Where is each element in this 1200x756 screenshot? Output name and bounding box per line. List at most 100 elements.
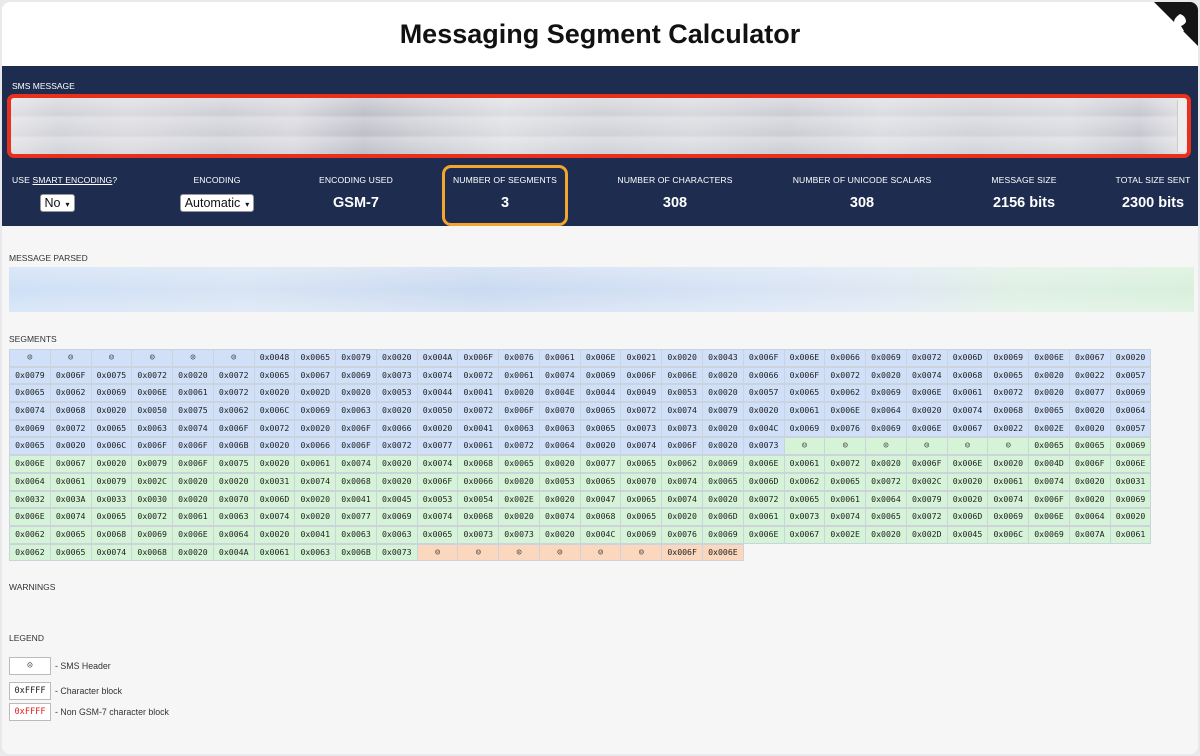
character-cell: 0x0041 bbox=[335, 490, 377, 509]
character-cell: 0x0073 bbox=[375, 543, 418, 562]
textarea-scrollbar[interactable] bbox=[1177, 100, 1186, 152]
character-cell: 0x0054 bbox=[457, 490, 500, 509]
sms-header-cell: ☺ bbox=[579, 543, 622, 562]
character-cell: 0x006B bbox=[335, 543, 377, 562]
character-cell: 0x006C bbox=[253, 402, 296, 420]
character-cell: 0x0020 bbox=[498, 508, 540, 526]
message-parsed-redacted bbox=[9, 267, 1194, 312]
sms-header-cell: ☺ bbox=[49, 349, 92, 367]
smart-encoding-link[interactable]: SMART ENCODING bbox=[32, 175, 112, 185]
character-cell: 0x0020 bbox=[294, 490, 337, 509]
smart-encoding-select[interactable]: No ▾ bbox=[39, 194, 75, 212]
character-cell: 0x007A bbox=[1068, 525, 1111, 544]
character-cell: 0x0033 bbox=[90, 490, 133, 509]
character-cell: 0x0074 bbox=[987, 490, 1030, 509]
character-cell: 0x0069 bbox=[987, 349, 1030, 367]
character-cell: 0x0069 bbox=[1109, 384, 1152, 403]
character-cell: 0x0020 bbox=[253, 455, 296, 473]
character-cell: 0x0072 bbox=[905, 508, 948, 526]
character-cell: 0x0069 bbox=[865, 419, 907, 438]
character-cell: 0x0061 bbox=[172, 384, 214, 403]
character-cell: 0x0020 bbox=[1028, 366, 1070, 385]
character-cell: 0x0020 bbox=[865, 525, 907, 544]
encoding-select[interactable]: Automatic ▾ bbox=[179, 194, 255, 212]
character-cell: 0x0074 bbox=[538, 366, 581, 385]
character-cell: 0x0068 bbox=[90, 525, 133, 544]
character-cell: 0x006F bbox=[212, 419, 255, 438]
character-cell: 0x002E bbox=[1028, 419, 1070, 438]
character-cell: 0x0072 bbox=[49, 419, 92, 438]
sms-header-cell: ☺ bbox=[457, 543, 500, 562]
character-cell: 0x0020 bbox=[1068, 472, 1111, 491]
character-cell: 0x0020 bbox=[946, 472, 989, 491]
character-cell: 0x0065 bbox=[1028, 402, 1070, 420]
sms-header-cell: ☺ bbox=[172, 349, 214, 367]
character-cell: 0x0050 bbox=[416, 402, 459, 420]
total-size-value: 2300 bits bbox=[1121, 195, 1185, 211]
character-cell: 0x0072 bbox=[987, 384, 1030, 403]
character-cell: 0x0022 bbox=[1068, 366, 1111, 385]
character-cell: 0x006E bbox=[783, 349, 826, 367]
character-cell: 0x0041 bbox=[294, 525, 337, 544]
character-cell: 0x0074 bbox=[946, 402, 989, 420]
chevron-down-icon: ▾ bbox=[65, 200, 70, 209]
character-cell: 0x0072 bbox=[212, 384, 255, 403]
character-cell: 0x0020 bbox=[172, 490, 214, 509]
character-cell: 0x0066 bbox=[375, 419, 418, 438]
segment-row: 0x0062 0x0065 0x0068 0x0069 0x006E 0x0064 0x00… bbox=[9, 525, 1179, 544]
character-cell: 0x0020 bbox=[498, 384, 540, 403]
character-cell: 0x006E bbox=[9, 508, 51, 526]
character-cell: 0x0072 bbox=[620, 402, 663, 420]
character-cell: 0x0062 bbox=[824, 384, 867, 403]
sms-message-input[interactable] bbox=[7, 94, 1191, 158]
character-cell: 0x0068 bbox=[946, 366, 989, 385]
character-cell: 0x0063 bbox=[538, 419, 581, 438]
character-cell: 0x0069 bbox=[865, 349, 907, 367]
character-cell: 0x0053 bbox=[416, 490, 459, 509]
character-cell: 0x0065 bbox=[579, 472, 622, 491]
segment-row: 0x0065 0x0020 0x006C 0x006F 0x006F 0x006B 0x00… bbox=[9, 437, 1179, 456]
character-cell: 0x004C bbox=[742, 419, 785, 438]
character-cell: 0x0065 bbox=[9, 437, 51, 456]
character-cell: 0x004A bbox=[416, 349, 459, 367]
character-cell: 0x0074 bbox=[661, 472, 704, 491]
character-cell: 0x006E bbox=[1109, 455, 1152, 473]
smart-encoding-stat: USE SMART ENCODING? No ▾ bbox=[12, 175, 118, 212]
character-cell: 0x0077 bbox=[579, 455, 622, 473]
character-cell: 0x0057 bbox=[1109, 366, 1152, 385]
calculator-header: SMS MESSAGE USE SMART ENCODING? No ▾ ENCO… bbox=[2, 66, 1198, 226]
character-cell: 0x006E bbox=[1028, 349, 1070, 367]
character-cell: 0x0072 bbox=[457, 402, 500, 420]
character-cell: 0x0045 bbox=[946, 525, 989, 544]
legend-char-box: 0xFFFF bbox=[9, 682, 51, 700]
character-cell: 0x0072 bbox=[824, 366, 867, 385]
character-cell: 0x0020 bbox=[335, 384, 377, 403]
segment-row: 0x0074 0x0068 0x0020 0x0050 0x0075 0x0062 0x00… bbox=[9, 402, 1179, 420]
character-cell: 0x0020 bbox=[1109, 508, 1152, 526]
sms-header-cell: ☺ bbox=[9, 349, 51, 367]
character-cell: 0x006F bbox=[620, 366, 663, 385]
character-cell: 0x006F bbox=[1068, 455, 1111, 473]
character-cell: 0x006E bbox=[9, 455, 51, 473]
character-cell: 0x0066 bbox=[824, 349, 867, 367]
character-cell: 0x0020 bbox=[661, 349, 704, 367]
character-cell: 0x0020 bbox=[538, 525, 581, 544]
character-cell: 0x002D bbox=[905, 525, 948, 544]
character-cell: 0x0074 bbox=[824, 508, 867, 526]
github-corner-icon[interactable] bbox=[1154, 2, 1198, 46]
character-cell: 0x0062 bbox=[9, 525, 51, 544]
character-cell: 0x006F bbox=[661, 543, 704, 562]
character-cell: 0x0079 bbox=[9, 366, 51, 385]
character-cell: 0x0068 bbox=[579, 508, 622, 526]
character-cell: 0x0020 bbox=[172, 366, 214, 385]
character-cell: 0x004E bbox=[538, 384, 581, 403]
character-cell: 0x002C bbox=[131, 472, 174, 491]
character-cell: 0x0061 bbox=[783, 455, 826, 473]
sms-header-cell: ☺ bbox=[90, 349, 133, 367]
character-cell: 0x0074 bbox=[661, 402, 704, 420]
character-cell: 0x0061 bbox=[1109, 525, 1152, 544]
character-cell: 0x0020 bbox=[865, 366, 907, 385]
character-cell: 0x0061 bbox=[783, 402, 826, 420]
character-cell: 0x0020 bbox=[1109, 349, 1152, 367]
character-cell: 0x0068 bbox=[131, 543, 174, 562]
